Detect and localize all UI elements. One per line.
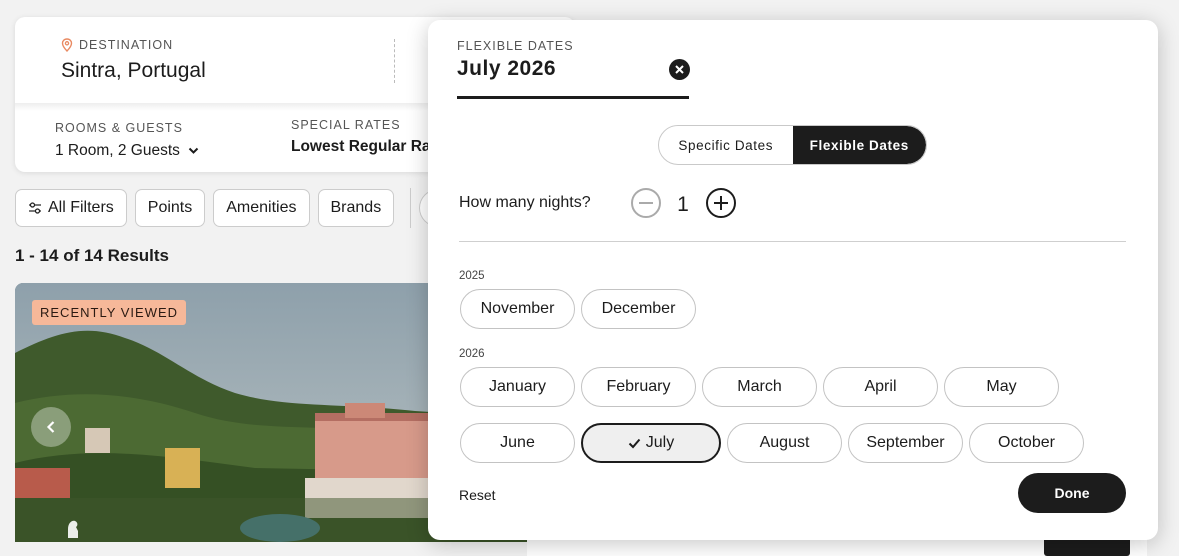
month-july[interactable]: July bbox=[581, 423, 721, 463]
flexible-dates-tab[interactable]: Flexible Dates bbox=[792, 126, 926, 164]
amenities-filter-label: Amenities bbox=[226, 199, 297, 216]
destination-field[interactable]: DESTINATION Sintra, Portugal bbox=[61, 38, 206, 83]
points-filter-button[interactable]: Points bbox=[134, 189, 206, 227]
month-february[interactable]: February bbox=[581, 367, 696, 407]
rooms-guests-value-row: 1 Room, 2 Guests bbox=[55, 142, 199, 160]
amenities-filter-button[interactable]: Amenities bbox=[213, 189, 310, 227]
month-march[interactable]: March bbox=[702, 367, 817, 407]
results-count: 1 - 14 of 14 Results bbox=[15, 246, 170, 265]
done-button[interactable]: Done bbox=[1018, 473, 1126, 513]
recently-viewed-badge: RECENTLY VIEWED bbox=[32, 300, 187, 325]
checkmark-icon bbox=[628, 438, 641, 448]
selected-dates-value[interactable]: July 2026 bbox=[457, 57, 556, 81]
month-row-2026-a: January February March April May bbox=[460, 367, 1059, 407]
year-label-2026: 2026 bbox=[459, 348, 485, 360]
rooms-guests-value: 1 Room, 2 Guests bbox=[55, 142, 180, 159]
all-filters-button[interactable]: All Filters bbox=[15, 189, 127, 227]
month-june[interactable]: June bbox=[460, 423, 575, 463]
date-mode-toggle: Specific Dates Flexible Dates bbox=[658, 125, 927, 165]
month-april[interactable]: April bbox=[823, 367, 938, 407]
chevron-down-icon bbox=[188, 147, 199, 154]
month-september[interactable]: September bbox=[848, 423, 963, 463]
reset-button[interactable]: Reset bbox=[459, 487, 496, 503]
year-label-2025: 2025 bbox=[459, 270, 485, 282]
month-january[interactable]: January bbox=[460, 367, 575, 407]
chevron-left-icon bbox=[46, 421, 55, 433]
sliders-icon bbox=[29, 202, 41, 214]
special-rates-value: Lowest Regular Rate bbox=[291, 138, 445, 155]
special-rates-field[interactable]: SPECIAL RATES Lowest Regular Rate bbox=[291, 118, 444, 156]
destination-label-row: DESTINATION bbox=[61, 38, 206, 52]
filter-separator bbox=[410, 188, 411, 228]
all-filters-label: All Filters bbox=[48, 199, 114, 216]
month-august[interactable]: August bbox=[727, 423, 842, 463]
brands-filter-label: Brands bbox=[330, 199, 382, 216]
rooms-guests-label: ROOMS & GUESTS bbox=[55, 121, 183, 135]
flexible-dates-label: FLEXIBLE DATES bbox=[457, 39, 574, 53]
photo-prev-button[interactable] bbox=[31, 407, 71, 447]
date-picker-popover: FLEXIBLE DATES July 2026 Specific Dates … bbox=[428, 20, 1158, 540]
field-divider bbox=[394, 39, 395, 83]
brands-filter-button[interactable]: Brands bbox=[317, 189, 395, 227]
month-row-2026-b: June July August September October bbox=[460, 423, 1084, 463]
picker-divider bbox=[459, 241, 1126, 242]
month-october[interactable]: October bbox=[969, 423, 1084, 463]
destination-value: Sintra, Portugal bbox=[61, 59, 206, 82]
increase-nights-button[interactable] bbox=[706, 188, 736, 218]
month-may[interactable]: May bbox=[944, 367, 1059, 407]
month-november[interactable]: November bbox=[460, 289, 575, 329]
month-december[interactable]: December bbox=[581, 289, 696, 329]
clear-dates-button[interactable] bbox=[669, 59, 690, 80]
close-icon bbox=[675, 65, 684, 74]
nights-count: 1 bbox=[677, 193, 689, 216]
plus-icon bbox=[714, 196, 728, 210]
points-filter-label: Points bbox=[147, 199, 193, 216]
minus-icon bbox=[639, 202, 653, 204]
rooms-guests-field[interactable]: ROOMS & GUESTS 1 Room, 2 Guests bbox=[55, 121, 199, 160]
specific-dates-tab[interactable]: Specific Dates bbox=[659, 126, 793, 164]
brand-lion-icon bbox=[68, 520, 78, 538]
dates-field-underline bbox=[457, 96, 689, 99]
month-july-label: July bbox=[645, 434, 675, 451]
filter-bar: All Filters Points Amenities Brands bbox=[15, 189, 395, 227]
month-row-2025: November December bbox=[460, 289, 696, 329]
destination-label: DESTINATION bbox=[79, 38, 174, 52]
decrease-nights-button[interactable] bbox=[631, 188, 661, 218]
location-pin-icon bbox=[61, 38, 73, 52]
nights-label: How many nights? bbox=[459, 194, 591, 211]
special-rates-label: SPECIAL RATES bbox=[291, 118, 401, 132]
